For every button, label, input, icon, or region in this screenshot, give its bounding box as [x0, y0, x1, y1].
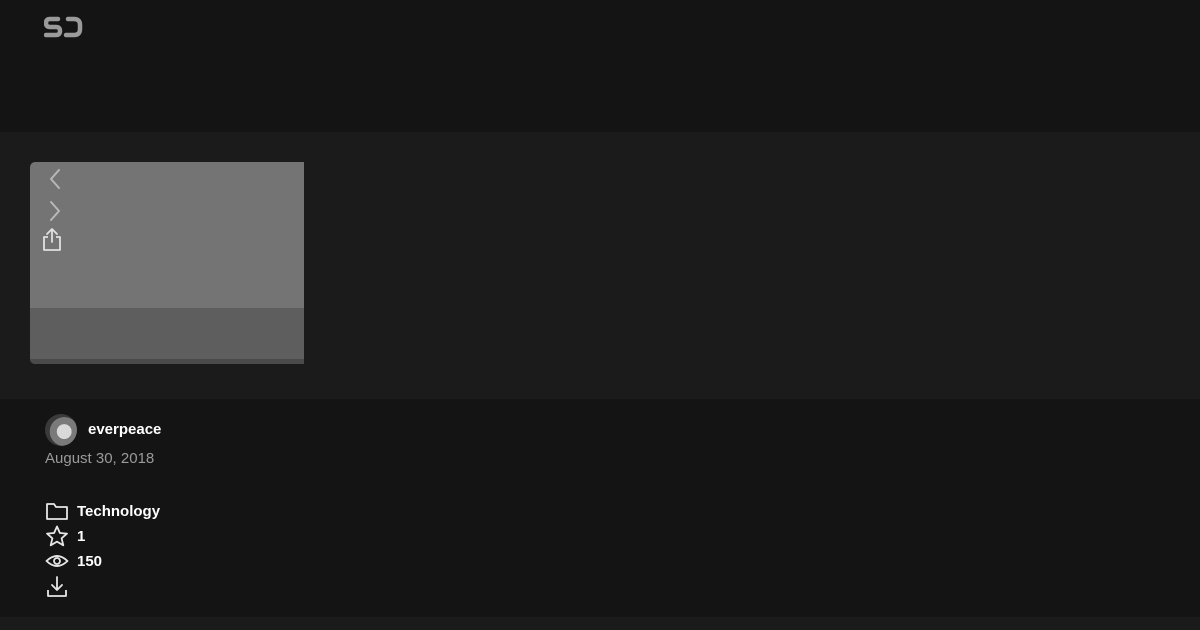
sd-logo-icon[interactable]	[43, 16, 84, 42]
slide-footer-band	[30, 308, 304, 359]
slide-edge	[30, 359, 304, 364]
likes-row: 1	[45, 525, 345, 549]
author-name[interactable]: everpeace	[88, 421, 161, 438]
views-row: 150	[45, 550, 345, 574]
download-row	[45, 575, 345, 599]
footer-band	[0, 617, 1200, 630]
likes-count: 1	[77, 528, 86, 545]
author-row: everpeace	[45, 414, 345, 446]
slide-viewer	[0, 132, 1200, 399]
slide-preview[interactable]	[30, 162, 304, 364]
category-row: Technology	[45, 500, 345, 524]
site-header	[0, 0, 1200, 132]
views-count: 150	[77, 553, 103, 570]
avatar[interactable]	[45, 414, 77, 446]
publish-date: August 30, 2018	[45, 450, 155, 467]
category-link[interactable]: Technology	[77, 503, 160, 520]
chevron-left-icon[interactable]	[48, 168, 62, 190]
chevron-right-icon[interactable]	[48, 200, 62, 222]
share-icon[interactable]	[40, 226, 64, 252]
